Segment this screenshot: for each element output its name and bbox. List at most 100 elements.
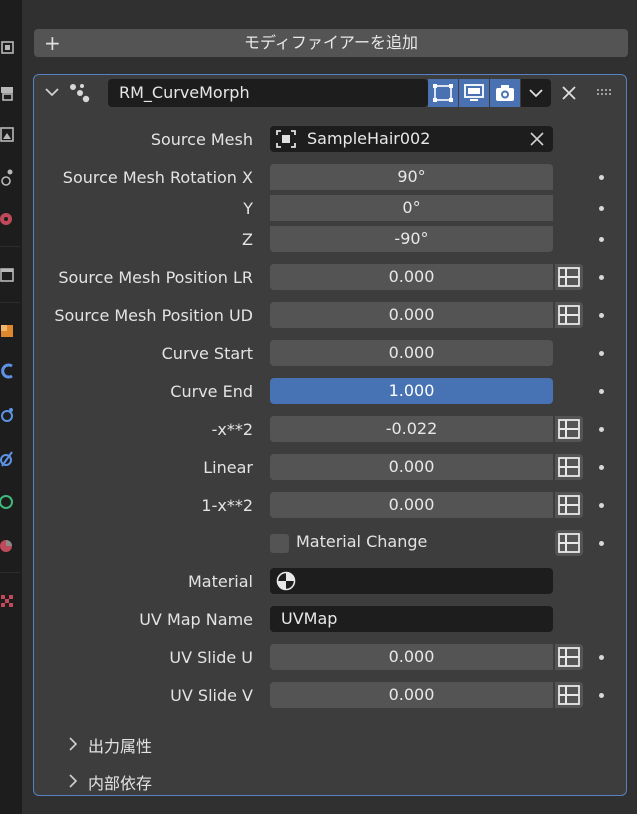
monitor-icon [464,84,484,101]
one-minus-x2-attribute-toggle[interactable] [555,492,583,518]
attribute-toggle-icon [558,305,580,325]
linear-label: Linear [203,458,253,477]
curve-start-label: Curve Start [161,344,253,363]
one-minus-x2-label: 1-x**2 [201,496,253,515]
uv-slide-u-label: UV Slide U [169,648,253,667]
mesh-object-icon [276,130,296,148]
uv-slide-v-attribute-toggle[interactable] [555,682,583,708]
uv-slide-u-field[interactable]: 0.000 [270,644,553,670]
material-change-attribute-toggle[interactable] [555,530,583,556]
render-icon[interactable] [0,84,14,102]
viewport-toggle[interactable] [459,79,489,107]
attribute-toggle-icon [558,495,580,515]
source-mesh-field[interactable]: SampleHair002 [270,126,553,152]
subpanel-output-attributes-label: 出力属性 [88,737,153,756]
keyframe-dot-icon[interactable] [599,313,604,318]
uv-slide-v-field[interactable]: 0.000 [270,682,553,708]
plus-icon: + [44,31,61,55]
rotation-y-field[interactable]: 0° [270,195,553,221]
curve-start-field[interactable]: 0.000 [270,340,553,366]
material-change-label: Material Change [296,532,428,551]
one-minus-x2-field[interactable]: 0.000 [270,492,553,518]
render-toggle[interactable] [490,79,520,107]
particles-icon[interactable] [0,406,14,424]
material-sphere-icon [276,571,296,591]
subpanel-internal-dependencies-label: 内部依存 [88,774,153,793]
curve-end-field[interactable]: 1.000 [270,378,553,404]
chevron-right-icon [69,737,78,751]
camera-icon [496,85,514,101]
attribute-toggle-icon [558,419,580,439]
output-icon[interactable] [0,126,14,144]
keyframe-dot-icon[interactable] [599,655,604,660]
position-lr-attribute-toggle[interactable] [555,264,583,290]
attribute-toggle-icon [558,647,580,667]
modifier-menu-dropdown[interactable] [521,79,551,107]
keyframe-dot-icon[interactable] [599,206,604,211]
position-ud-attribute-toggle[interactable] [555,302,583,328]
neg-x2-field[interactable]: -0.022 [270,416,553,442]
keyframe-dot-icon[interactable] [599,389,604,394]
chevron-right-icon [69,774,78,788]
position-lr-label: Source Mesh Position LR [58,268,253,287]
keyframe-dot-icon[interactable] [599,275,604,280]
physics-icon[interactable] [0,450,14,468]
keyframe-dot-icon[interactable] [599,351,604,356]
scene-icon[interactable] [0,210,14,228]
attribute-toggle-icon [558,685,580,705]
source-mesh-value: SampleHair002 [307,129,431,148]
texture-icon[interactable] [0,592,14,610]
clear-source-mesh-icon[interactable] [530,132,544,146]
linear-field[interactable]: 0.000 [270,454,553,480]
rotation-z-label: Z [242,230,253,249]
keyframe-dot-icon[interactable] [599,465,604,470]
keyframe-dot-icon[interactable] [599,175,604,180]
uv-slide-u-attribute-toggle[interactable] [555,644,583,670]
collapse-chevron-icon[interactable] [44,86,60,98]
object-icon[interactable] [0,322,14,340]
position-ud-label: Source Mesh Position UD [54,306,253,325]
neg-x2-attribute-toggle[interactable] [555,416,583,442]
neg-x2-label: -x**2 [211,420,253,439]
add-modifier-label: モディファイアーを追加 [244,33,418,52]
linear-attribute-toggle[interactable] [555,454,583,480]
curve-end-label: Curve End [170,382,253,401]
source-mesh-label: Source Mesh [150,130,253,149]
modifier-name-field[interactable]: RM_CurveMorph [108,79,428,107]
uv-map-name-label: UV Map Name [139,610,253,629]
rotation-x-label: Source Mesh Rotation X [62,168,253,187]
constraints-icon[interactable] [0,492,14,510]
keyframe-dot-icon[interactable] [599,541,604,546]
edit-mode-icon [433,84,453,102]
position-ud-field[interactable]: 0.000 [270,302,553,328]
data-icon[interactable] [0,536,14,554]
add-modifier-button[interactable]: + モディファイアーを追加 [34,29,628,57]
properties-tab-strip [0,0,22,814]
keyframe-dot-icon[interactable] [599,503,604,508]
world-icon[interactable] [0,266,14,284]
view-layer-icon[interactable] [0,168,14,186]
material-change-checkbox[interactable] [270,534,289,553]
material-field[interactable] [270,568,553,594]
attribute-toggle-icon [558,267,580,287]
rotation-y-label: Y [243,199,253,218]
drag-handle-icon[interactable] [597,87,613,97]
material-label: Material [188,572,253,591]
modifier-icon[interactable] [0,362,14,380]
keyframe-dot-icon[interactable] [599,693,604,698]
remove-modifier-button[interactable] [556,79,582,107]
attribute-toggle-icon [558,457,580,477]
close-icon [562,86,576,100]
keyframe-dot-icon[interactable] [599,427,604,432]
edit-mode-toggle[interactable] [428,79,458,107]
rotation-x-field[interactable]: 90° [270,164,553,190]
tool-icon[interactable] [0,38,14,56]
uv-slide-v-label: UV Slide V [170,686,253,705]
uv-map-name-field[interactable]: UVMap [270,606,553,632]
geometry-nodes-icon [70,84,90,103]
attribute-toggle-icon [558,533,580,553]
chevron-down-icon [529,89,543,98]
position-lr-field[interactable]: 0.000 [270,264,553,290]
keyframe-dot-icon[interactable] [599,237,604,242]
rotation-z-field[interactable]: -90° [270,226,553,252]
